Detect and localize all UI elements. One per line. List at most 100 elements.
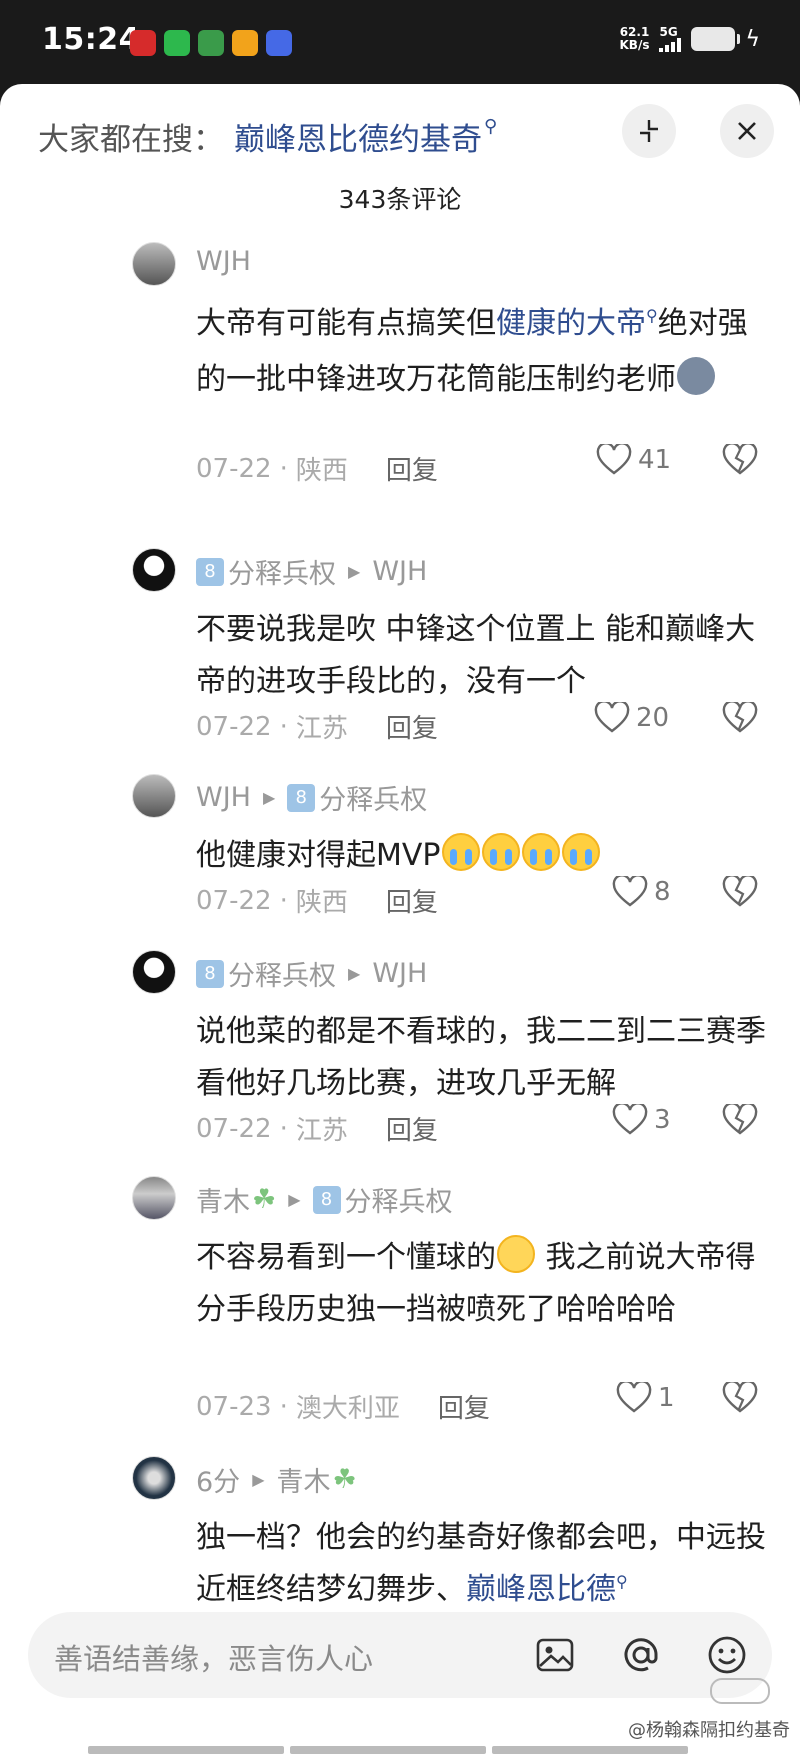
like-count: 41 <box>638 445 672 475</box>
status-bar: 15:24 62.1 KB/s 5G ϟ <box>0 0 800 84</box>
broken-heart-icon <box>722 700 758 733</box>
comment-text-part: 他健康对得起MVP <box>196 838 441 873</box>
comment-region: 江苏 <box>295 714 348 744</box>
heart-icon <box>596 444 632 475</box>
comment-text: 不容易看到一个懂球的 我之前说大帝得分手段历史独一挡被喷死了哈哈哈哈 <box>196 1232 770 1336</box>
comment-author[interactable]: WJH ▶ 8 分释兵权 <box>196 778 427 817</box>
comment-input-bar[interactable]: 善语结善缘，恶言伤人心 <box>28 1612 772 1698</box>
dislike-button[interactable] <box>722 1102 758 1140</box>
crying-emoji-icon <box>481 833 520 871</box>
dislike-button[interactable] <box>722 1380 758 1418</box>
avatar[interactable] <box>132 774 176 818</box>
search-icon: ⚲ <box>484 116 498 137</box>
number-badge: 8 <box>312 1185 341 1214</box>
meta-separator: · <box>279 885 288 916</box>
video-icon <box>198 30 224 56</box>
reply-button[interactable]: 回复 <box>438 1388 490 1425</box>
comment-region: 江苏 <box>295 1116 348 1146</box>
comment-meta: 07-22 · 陕西 回复 <box>196 450 770 487</box>
image-button[interactable] <box>530 1630 580 1680</box>
comment-author[interactable]: WJH <box>196 246 251 277</box>
comment-date: 07-22 <box>196 711 272 742</box>
avatar[interactable] <box>132 242 176 286</box>
search-icon: ⚲ <box>616 1572 628 1591</box>
reply-to-name[interactable]: WJH <box>372 556 427 587</box>
collapse-button[interactable] <box>622 104 676 158</box>
search-suggestion-keyword[interactable]: 巅峰恩比德约基奇 <box>234 114 482 159</box>
reply-button[interactable]: 回复 <box>386 450 438 487</box>
like-button[interactable]: 3 <box>612 1104 671 1136</box>
close-button[interactable] <box>720 104 774 158</box>
broken-heart-icon <box>722 442 758 475</box>
comment-author[interactable]: 8 分释兵权 ▶ WJH <box>196 552 427 591</box>
number-badge: 8 <box>196 557 224 586</box>
author-name[interactable]: WJH <box>196 246 251 277</box>
avatar[interactable] <box>132 1456 176 1500</box>
comment-date: 07-22 <box>196 1113 272 1144</box>
author-name[interactable]: WJH <box>196 782 251 813</box>
like-button[interactable]: 41 <box>596 444 671 476</box>
watermark-logo <box>710 1678 770 1704</box>
reply-button[interactable]: 回复 <box>386 882 438 919</box>
comment-search-link[interactable]: 健康的大帝 <box>496 306 646 341</box>
author-name[interactable]: 6分 <box>196 1460 240 1499</box>
search-icon: ⚲ <box>646 306 658 325</box>
heart-icon <box>616 1382 652 1413</box>
wechat-icon <box>164 30 190 56</box>
emoji-button[interactable] <box>702 1630 752 1680</box>
net-speed: 62.1 KB/s <box>620 26 650 52</box>
wolf-emoji-icon <box>677 357 715 395</box>
close-icon <box>738 122 756 140</box>
comment-text: 他健康对得起MVP <box>196 830 770 882</box>
meta-separator: · <box>279 453 288 484</box>
heart-icon <box>594 702 630 733</box>
reply-to-name[interactable]: 青木 <box>277 1460 331 1499</box>
comments-sheet: 大家都在搜： 巅峰恩比德约基奇 ⚲ 343条评论 WJH 大帝有可能有点搞笑但健… <box>0 84 800 1760</box>
comment-meta: 07-22 · 陕西 回复 <box>196 882 770 919</box>
like-button[interactable]: 20 <box>594 702 669 734</box>
author-name[interactable]: 分释兵权 <box>228 552 336 591</box>
reply-to-name[interactable]: 分释兵权 <box>345 1180 453 1219</box>
search-suggestion[interactable]: 大家都在搜： 巅峰恩比德约基奇 ⚲ <box>38 114 497 159</box>
reply-button[interactable]: 回复 <box>386 708 438 745</box>
reply-arrow-icon: ▶ <box>348 964 361 983</box>
like-button[interactable]: 8 <box>612 876 671 908</box>
crying-emoji-icon <box>561 833 600 871</box>
comment-region: 陕西 <box>295 888 348 918</box>
status-indicators: 62.1 KB/s 5G ϟ <box>620 26 760 52</box>
comment-input-placeholder[interactable]: 善语结善缘，恶言伤人心 <box>54 1636 373 1678</box>
comment-text: 不要说我是吹 中锋这个位置上 能和巅峰大帝的进攻手段比的，没有一个 <box>196 612 756 699</box>
like-button[interactable]: 1 <box>616 1382 675 1414</box>
image-icon <box>536 1638 574 1672</box>
reply-to-name[interactable]: 分释兵权 <box>319 778 427 817</box>
avatar[interactable] <box>132 1176 176 1220</box>
dislike-button[interactable] <box>722 874 758 912</box>
reply-button[interactable]: 回复 <box>386 1110 438 1147</box>
watermark: @杨翰森隔扣约基奇 <box>628 1720 790 1741</box>
number-badge: 8 <box>287 783 316 812</box>
like-count: 1 <box>658 1383 675 1413</box>
dislike-button[interactable] <box>722 442 758 480</box>
dislike-button[interactable] <box>722 700 758 738</box>
comment-author[interactable]: 8 分释兵权 ▶ WJH <box>196 954 427 993</box>
at-icon <box>624 1638 658 1672</box>
signal-icon: 5G <box>659 26 682 52</box>
avatar[interactable] <box>132 548 176 592</box>
comment-meta: 07-22 · 江苏 回复 <box>196 1110 770 1147</box>
crying-emoji-icon <box>441 833 480 871</box>
reply-to-name[interactable]: WJH <box>372 958 427 989</box>
author-name[interactable]: 青木 <box>196 1180 250 1219</box>
avatar[interactable] <box>132 950 176 994</box>
smiley-icon <box>708 1636 746 1674</box>
app-icon-red <box>130 30 156 56</box>
author-name[interactable]: 分释兵权 <box>228 954 336 993</box>
broken-heart-icon <box>722 1102 758 1135</box>
reply-arrow-icon: ▶ <box>252 1470 265 1489</box>
comment-search-link[interactable]: 巅峰恩比德 <box>466 1572 616 1607</box>
comment-author[interactable]: 青木 ☘ ▶ 8 分释兵权 <box>196 1180 453 1219</box>
comment-region: 陕西 <box>295 456 348 486</box>
comment-author[interactable]: 6分 ▶ 青木 ☘ <box>196 1460 357 1499</box>
net-speed-unit: KB/s <box>619 38 650 52</box>
comment-text: 说他菜的都是不看球的，我二二到二三赛季看他好几场比赛，进攻几乎无解 <box>196 1014 766 1101</box>
mention-button[interactable] <box>616 1630 666 1680</box>
